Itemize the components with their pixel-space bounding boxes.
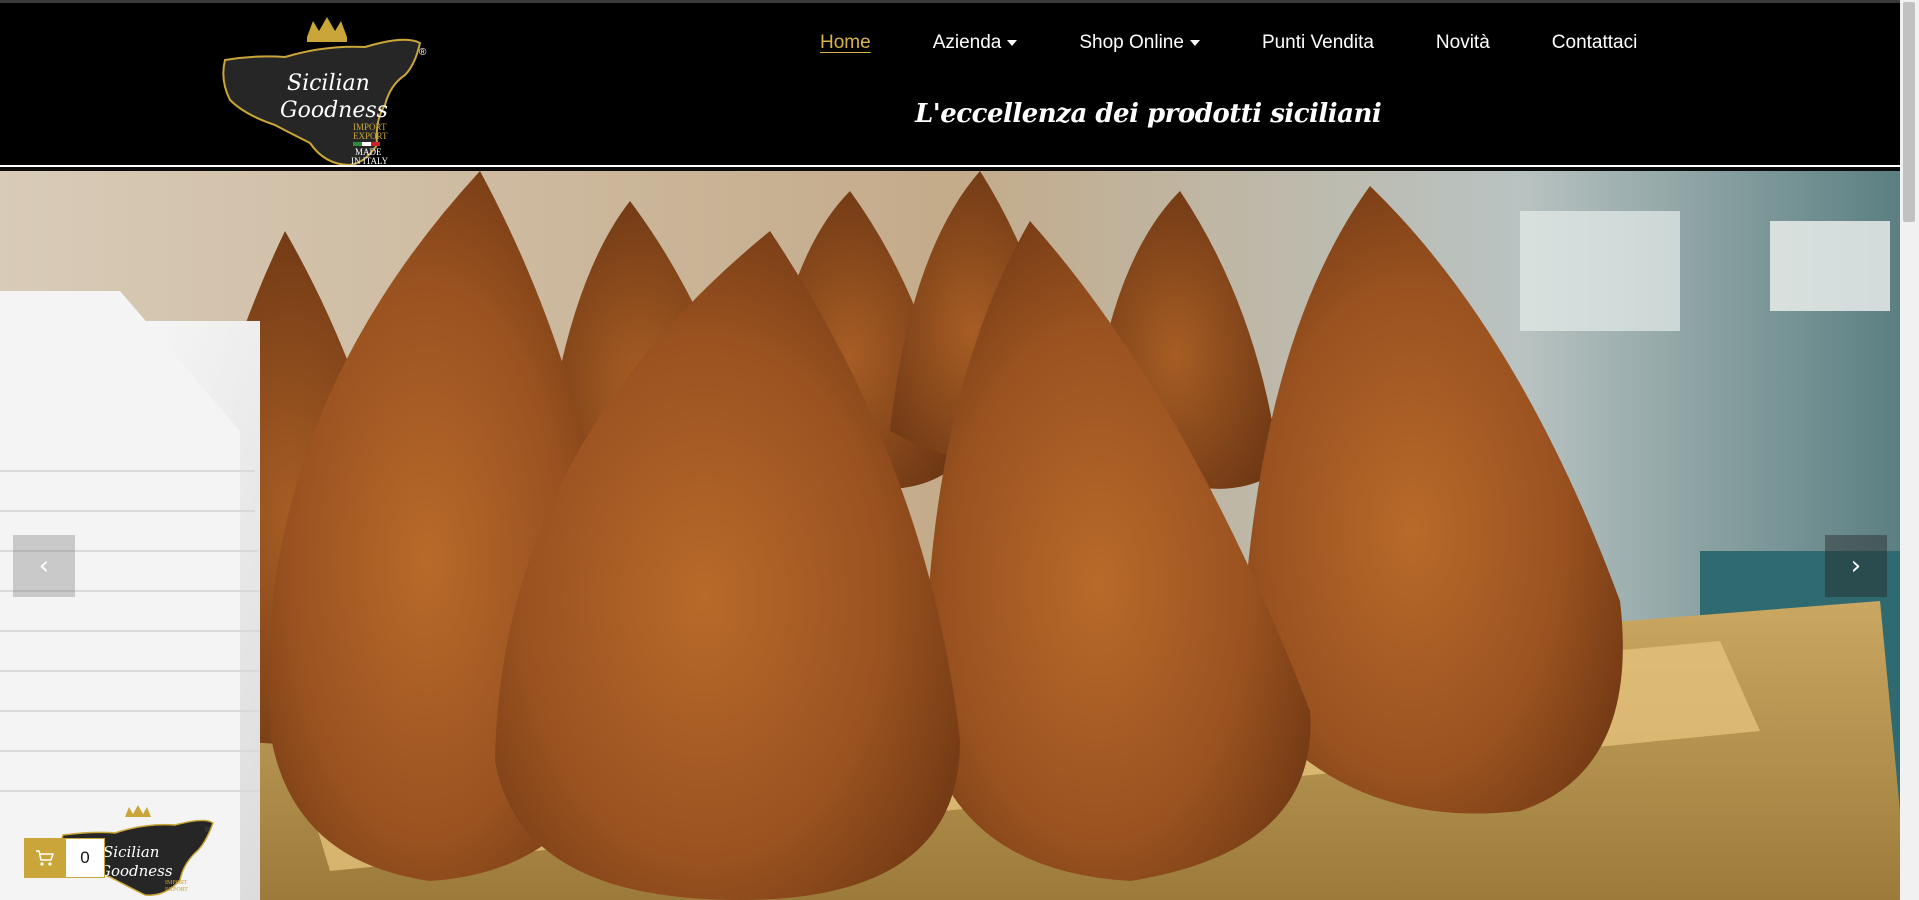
nav-azienda-label: Azienda <box>932 32 1002 53</box>
nav-azienda[interactable]: Azienda <box>933 32 1018 54</box>
slider-next-button[interactable]: › <box>1825 535 1887 597</box>
page: Sicilian Goodness IMPORT EXPORT MADE IN … <box>0 0 1919 900</box>
chevron-right-icon: › <box>1850 551 1862 581</box>
nav-punti-vendita-label: Punti Vendita <box>1261 32 1374 53</box>
svg-text:EXPORT: EXPORT <box>165 887 188 893</box>
svg-text:Sicilian: Sicilian <box>287 71 370 96</box>
nav-shop-online-label: Shop Online <box>1079 32 1184 53</box>
nav-novita[interactable]: Novità <box>1436 32 1490 54</box>
nav-home-label: Home <box>820 32 871 53</box>
chevron-left-icon: ‹ <box>38 551 50 581</box>
svg-text:®: ® <box>205 826 211 834</box>
nav-contattaci-label: Contattaci <box>1551 32 1638 53</box>
crown-icon <box>307 17 347 42</box>
site-tagline: L'eccellenza dei prodotti siciliani <box>915 99 1382 129</box>
svg-text:Goodness: Goodness <box>99 862 173 880</box>
svg-text:EXPORT: EXPORT <box>353 131 388 141</box>
nav-novita-label: Novità <box>1435 32 1490 53</box>
nav-shop-online[interactable]: Shop Online <box>1079 32 1200 54</box>
site-logo[interactable]: Sicilian Goodness IMPORT EXPORT MADE IN … <box>215 15 430 170</box>
svg-text:Goodness: Goodness <box>280 98 388 123</box>
hero-image-arancini <box>0 171 1900 900</box>
cart-widget[interactable]: 0 <box>24 838 105 878</box>
cart-icon[interactable] <box>24 838 65 878</box>
scrollbar-thumb[interactable] <box>1903 2 1915 222</box>
cart-count: 0 <box>65 838 105 878</box>
nav-punti-vendita[interactable]: Punti Vendita <box>1262 32 1374 54</box>
site-header: Sicilian Goodness IMPORT EXPORT MADE IN … <box>0 3 1900 167</box>
svg-text:IMPORT: IMPORT <box>165 880 188 886</box>
caret-down-icon <box>1189 40 1200 46</box>
main-nav: Home Azienda Shop Online Punti Vendita N… <box>820 27 1699 59</box>
hero-slider: ‹ › <box>0 171 1900 900</box>
svg-text:®: ® <box>419 47 427 58</box>
svg-text:Sicilian: Sicilian <box>103 843 159 861</box>
nav-contattaci[interactable]: Contattaci <box>1552 32 1638 54</box>
caret-down-icon <box>1007 40 1018 46</box>
slider-prev-button[interactable]: ‹ <box>13 535 75 597</box>
nav-home[interactable]: Home <box>820 32 871 54</box>
